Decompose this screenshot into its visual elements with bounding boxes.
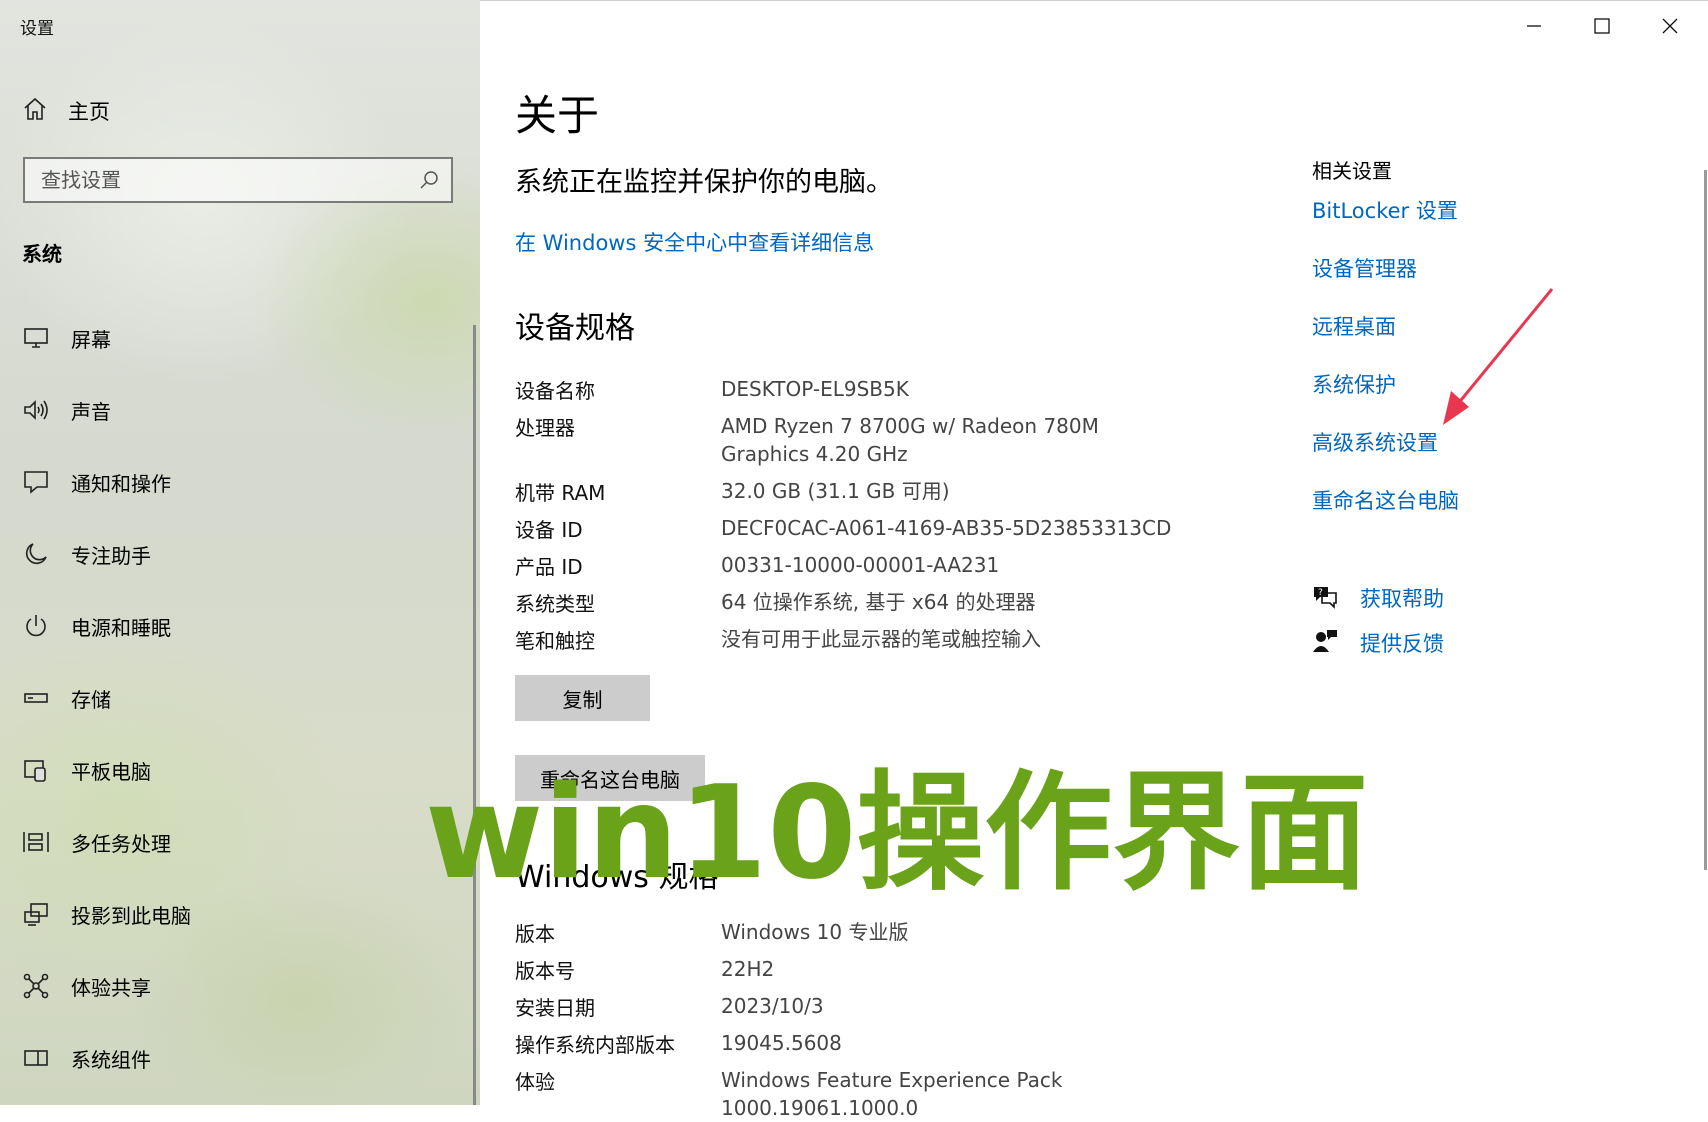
svg-text:?: ? (1318, 588, 1323, 598)
nav-item-project[interactable]: 投影到此电脑 (22, 894, 191, 934)
spec-key: 体验 (515, 1070, 555, 1094)
search-icon[interactable] (419, 170, 439, 194)
search-box[interactable] (23, 157, 453, 203)
search-input[interactable] (25, 159, 451, 201)
nav-item-label: 声音 (71, 399, 111, 424)
watermark-text: win10操作界面 (425, 759, 1369, 908)
spec-value: 00331-10000-00001-AA231 (721, 553, 1000, 577)
main-content: 关于 系统正在监控并保护你的电脑。 在 Windows 安全中心中查看详细信息 … (480, 0, 1708, 1120)
spec-key: 设备名称 (515, 379, 595, 403)
main-scrollbar[interactable] (1704, 170, 1707, 870)
monitor-icon (22, 324, 50, 352)
remote-desktop-link[interactable]: 远程桌面 (1312, 311, 1396, 341)
system-protection-link[interactable]: 系统保护 (1312, 369, 1396, 399)
section-title: 系统 (22, 242, 62, 266)
nav-home-label: 主页 (68, 100, 110, 124)
help-chat-icon: ? (1312, 583, 1338, 613)
maximize-icon (1594, 18, 1610, 34)
nav-item-label: 平板电脑 (71, 759, 151, 784)
security-center-link[interactable]: 在 Windows 安全中心中查看详细信息 (515, 227, 874, 257)
spec-key: 版本 (515, 922, 555, 946)
nav-item-label: 系统组件 (71, 1047, 151, 1072)
nav-home[interactable]: 主页 (22, 94, 110, 128)
spec-key: 笔和触控 (515, 629, 595, 653)
device-specs-heading: 设备规格 (515, 311, 635, 346)
nav-item-label: 电源和睡眠 (71, 615, 171, 640)
spec-key: 设备 ID (515, 518, 583, 542)
notification-icon (22, 468, 50, 496)
nav-item-label: 通知和操作 (71, 471, 171, 496)
spec-value: 没有可用于此显示器的笔或触控输入 (721, 627, 1041, 651)
spec-value: 22H2 (721, 957, 775, 981)
nav-item-label: 投影到此电脑 (71, 903, 191, 928)
page-title: 关于 (515, 91, 600, 140)
nav-item-sound[interactable]: 声音 (22, 390, 111, 430)
app-title: 设置 (20, 19, 54, 39)
spec-key: 版本号 (515, 959, 575, 983)
nav-item-label: 体验共享 (71, 975, 151, 1000)
spec-key: 产品 ID (515, 555, 583, 579)
minimize-icon (1527, 25, 1541, 27)
spec-key: 系统类型 (515, 592, 595, 616)
sidebar: 设置 主页 系统 屏幕 声音 通知和操作 (0, 0, 480, 1105)
multitask-icon (22, 828, 50, 856)
advanced-system-settings-link[interactable]: 高级系统设置 (1312, 427, 1438, 457)
close-icon (1662, 18, 1678, 34)
nav-item-storage[interactable]: 存储 (22, 678, 111, 718)
power-icon (22, 612, 50, 640)
nav-item-label: 多任务处理 (71, 831, 171, 856)
spec-value: AMD Ryzen 7 8700G w/ Radeon 780M Graphic… (721, 414, 1099, 466)
nav-item-label: 屏幕 (71, 327, 111, 352)
related-settings-title: 相关设置 (1312, 159, 1392, 183)
nav-item-label: 专注助手 (71, 543, 151, 568)
spec-value: Windows 10 专业版 (721, 920, 909, 944)
nav-item-label: 存储 (71, 687, 111, 712)
sidebar-scrollbar[interactable] (473, 325, 476, 1105)
minimize-button[interactable] (1500, 0, 1568, 52)
nav-item-multitasking[interactable]: 多任务处理 (22, 822, 171, 862)
spec-value: 19045.5608 (721, 1031, 842, 1055)
spec-value: 64 位操作系统, 基于 x64 的处理器 (721, 590, 1036, 614)
give-feedback-label: 提供反馈 (1360, 632, 1444, 656)
tablet-icon (22, 756, 50, 784)
rename-pc-link[interactable]: 重命名这台电脑 (1312, 485, 1459, 515)
storage-icon (22, 684, 50, 712)
spec-value: 2023/10/3 (721, 994, 824, 1018)
annotation-arrow-icon (1443, 288, 1554, 425)
get-help-label: 获取帮助 (1360, 587, 1444, 611)
spec-key: 操作系统内部版本 (515, 1033, 675, 1057)
project-icon (22, 900, 50, 928)
nav-item-shared-experiences[interactable]: 体验共享 (22, 966, 151, 1006)
moon-icon (22, 540, 50, 568)
spec-value: Windows Feature Experience Pack 1000.190… (721, 1068, 1063, 1120)
nav-item-system-components[interactable]: 系统组件 (22, 1038, 151, 1078)
components-icon (22, 1044, 50, 1072)
spec-key: 机带 RAM (515, 481, 606, 505)
share-icon (22, 972, 50, 1000)
nav-item-focus-assist[interactable]: 专注助手 (22, 534, 151, 574)
get-help[interactable]: ? 获取帮助 (1312, 581, 1444, 615)
spec-value: DESKTOP-EL9SB5K (721, 377, 909, 401)
spec-key: 安装日期 (515, 996, 595, 1020)
protection-status: 系统正在监控并保护你的电脑。 (515, 167, 893, 198)
nav-item-power[interactable]: 电源和睡眠 (22, 606, 171, 646)
spec-value: DECF0CAC-A061-4169-AB35-5D23853313CD (721, 516, 1172, 540)
spec-value: 32.0 GB (31.1 GB 可用) (721, 479, 950, 503)
maximize-button[interactable] (1568, 0, 1636, 52)
bitlocker-link[interactable]: BitLocker 设置 (1312, 195, 1458, 225)
close-button[interactable] (1636, 0, 1704, 52)
home-icon (22, 96, 48, 126)
feedback-icon (1312, 628, 1338, 658)
nav-item-display[interactable]: 屏幕 (22, 318, 111, 358)
nav-item-tablet[interactable]: 平板电脑 (22, 750, 151, 790)
speaker-icon (22, 396, 50, 424)
give-feedback[interactable]: 提供反馈 (1312, 626, 1444, 660)
copy-button[interactable]: 复制 (515, 675, 650, 721)
spec-key: 处理器 (515, 416, 575, 440)
device-manager-link[interactable]: 设备管理器 (1312, 253, 1417, 283)
nav-item-notifications[interactable]: 通知和操作 (22, 462, 171, 502)
